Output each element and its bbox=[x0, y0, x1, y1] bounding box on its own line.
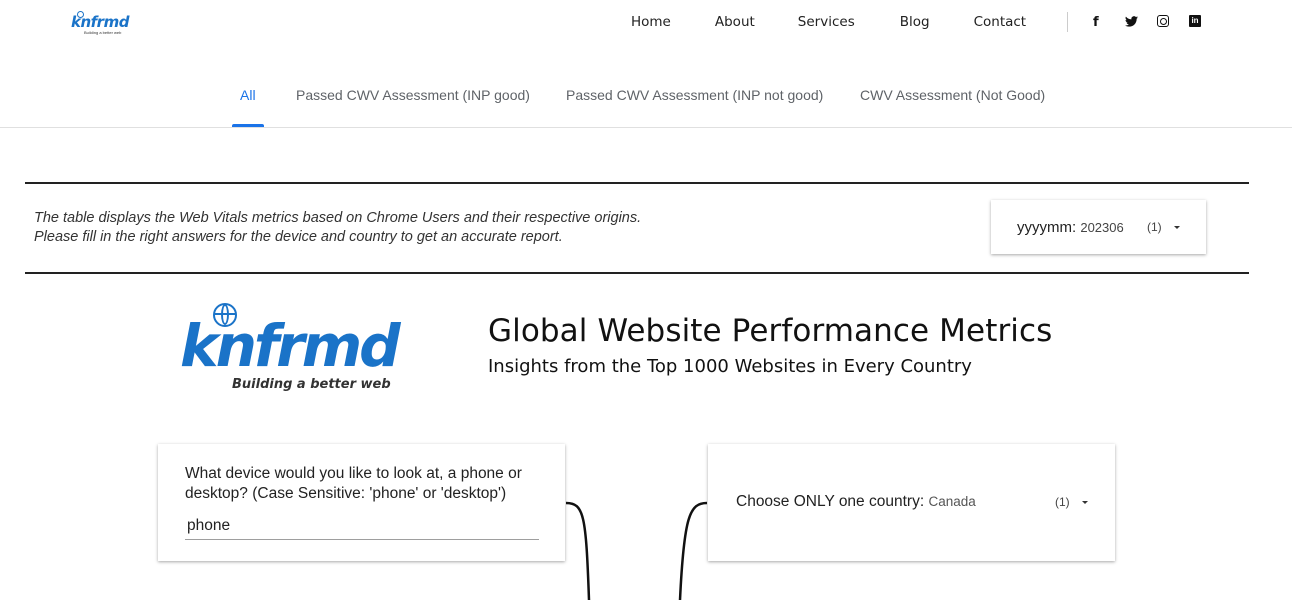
description-line-2: Please fill in the right answers for the… bbox=[34, 229, 563, 245]
hero-logo-word: knfrmd bbox=[180, 312, 401, 380]
nav-divider bbox=[1067, 12, 1068, 32]
chevron-down-icon bbox=[1174, 226, 1180, 229]
active-tab-indicator bbox=[232, 124, 264, 127]
connector-left bbox=[565, 501, 591, 600]
connector-lines bbox=[565, 501, 708, 600]
report-tabs: All Passed CWV Assessment (INP good) Pas… bbox=[0, 62, 1292, 128]
hero-logo-tagline: Building a better web bbox=[232, 377, 391, 392]
social-links: f in bbox=[1093, 15, 1201, 30]
country-filter-label: Choose ONLY one country: Canada bbox=[736, 493, 976, 510]
country-filter[interactable]: Choose ONLY one country: Canada (1) bbox=[708, 444, 1115, 561]
description-line-1: The table displays the Web Vitals metric… bbox=[34, 210, 642, 226]
nav-contact[interactable]: Contact bbox=[974, 14, 1027, 30]
instagram-icon[interactable] bbox=[1157, 15, 1169, 27]
country-filter-count: (1) bbox=[1055, 495, 1070, 509]
tab-all[interactable]: All bbox=[240, 87, 256, 103]
country-filter-value: Canada bbox=[928, 494, 976, 509]
nav-blog[interactable]: Blog bbox=[900, 14, 930, 30]
tab-passed-inp-good[interactable]: Passed CWV Assessment (INP good) bbox=[296, 87, 530, 103]
yyyymm-filter-label: yyyymm: 202306 bbox=[1017, 219, 1124, 236]
device-input[interactable] bbox=[185, 512, 539, 540]
twitter-icon[interactable] bbox=[1125, 15, 1157, 30]
yyyymm-filter[interactable]: yyyymm: 202306 (1) bbox=[991, 200, 1206, 254]
brand-logo[interactable]: knfrmd Building a better web bbox=[70, 10, 142, 36]
connector-right bbox=[678, 501, 708, 600]
nav-home[interactable]: Home bbox=[631, 14, 671, 30]
device-parameter-card: What device would you like to look at, a… bbox=[158, 444, 565, 561]
site-header: knfrmd Building a better web Home About … bbox=[0, 0, 1292, 46]
yyyymm-filter-count: (1) bbox=[1147, 220, 1162, 234]
nav-services[interactable]: Services bbox=[798, 14, 855, 30]
report-description: The table displays the Web Vitals metric… bbox=[34, 209, 641, 247]
device-question: What device would you like to look at, a… bbox=[185, 465, 522, 502]
brand-tagline: Building a better web bbox=[84, 30, 122, 35]
main-nav: Home About Services Blog Contact bbox=[631, 14, 1070, 30]
tab-passed-inp-not-good[interactable]: Passed CWV Assessment (INP not good) bbox=[566, 87, 823, 103]
yyyymm-filter-value: 202306 bbox=[1080, 220, 1124, 235]
linkedin-icon[interactable]: in bbox=[1189, 15, 1201, 27]
hero-logo: knfrmd Building a better web bbox=[180, 303, 442, 398]
chevron-down-icon bbox=[1082, 501, 1088, 504]
divider-top bbox=[25, 182, 1249, 184]
facebook-icon[interactable]: f bbox=[1093, 15, 1125, 30]
brand-name: knfrmd bbox=[71, 13, 129, 31]
nav-about[interactable]: About bbox=[715, 14, 755, 30]
page-title: Global Website Performance Metrics bbox=[488, 313, 1053, 349]
divider-bottom bbox=[25, 272, 1249, 274]
tab-not-good[interactable]: CWV Assessment (Not Good) bbox=[860, 87, 1045, 103]
page-subtitle: Insights from the Top 1000 Websites in E… bbox=[488, 356, 972, 377]
